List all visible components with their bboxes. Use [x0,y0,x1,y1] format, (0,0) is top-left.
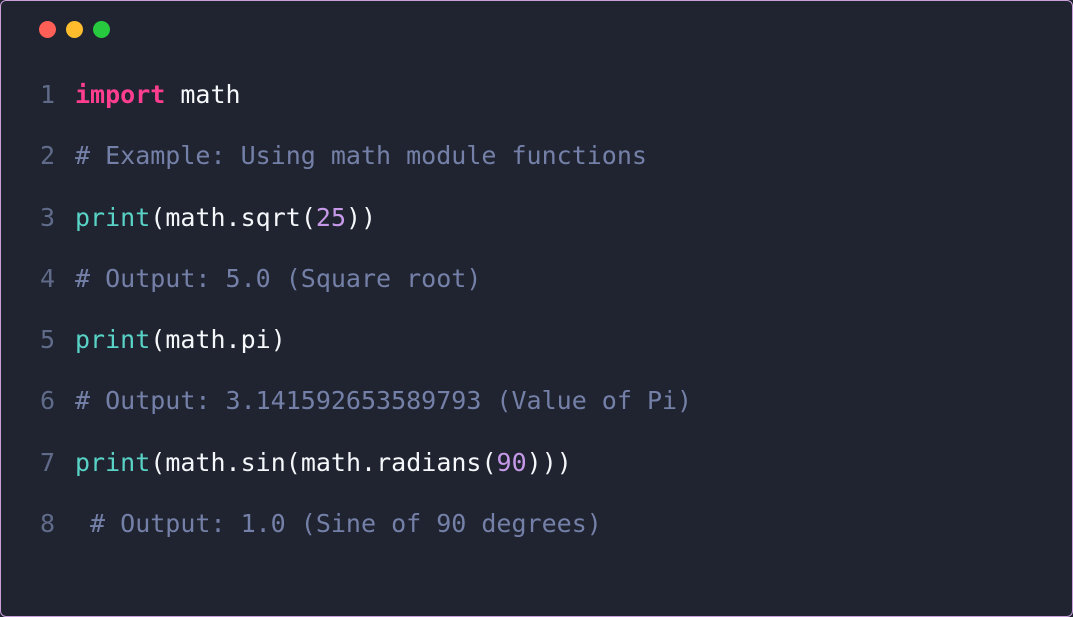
line-number: 1 [15,64,55,125]
line-number: 5 [15,309,55,370]
code-editor[interactable]: 1 import math 2 # Example: Using math modul… [1,48,1072,574]
line-number: 6 [15,370,55,431]
code-token: radians [376,448,481,477]
line-content: print(math.sqrt(25)) [75,187,376,248]
code-token: . [226,325,241,354]
code-line: 7print(math.sin(math.radians(90))) [15,432,1052,493]
code-token: 90 [497,448,527,477]
code-line: 6 # Output: 3.141592653589793 (Value of P… [15,370,1052,431]
code-token: # Output: 3.141592653589793 (Value of Pi… [75,386,692,415]
code-token: print [75,325,150,354]
window-controls [1,1,1072,48]
code-token: . [226,203,241,232]
code-line: 8 # Output: 1.0 (Sine of 90 degrees) [15,493,1052,554]
code-token: ) [271,325,286,354]
code-token: ( [301,203,316,232]
line-number: 4 [15,248,55,309]
code-token: print [75,448,150,477]
code-token: # Output: 1.0 (Sine of 90 degrees) [75,509,602,538]
code-token: print [75,203,150,232]
line-content: print(math.sin(math.radians(90))) [75,432,572,493]
code-token: )) [346,203,376,232]
code-line: 4 # Output: 5.0 (Square root) [15,248,1052,309]
code-token: math [301,448,361,477]
code-token: . [361,448,376,477]
code-token: sqrt [241,203,301,232]
line-number: 8 [15,493,55,554]
line-content: print(math.pi) [75,309,286,370]
code-token: ( [481,448,496,477]
code-line: 2 # Example: Using math module functions [15,125,1052,186]
code-token: ( [150,448,165,477]
code-token: ( [150,203,165,232]
code-line: 5 print(math.pi) [15,309,1052,370]
line-number: 7 [15,432,55,493]
code-token: math [180,80,240,109]
code-line: 3print(math.sqrt(25)) [15,187,1052,248]
code-token: import [75,80,165,109]
code-token: pi [241,325,271,354]
code-token: 25 [316,203,346,232]
code-token: ( [286,448,301,477]
code-token: ))) [527,448,572,477]
code-token: math [165,203,225,232]
maximize-icon[interactable] [93,21,110,38]
code-token [165,80,180,109]
code-token: math [165,325,225,354]
line-content: # Output: 1.0 (Sine of 90 degrees) [75,493,602,554]
line-content: # Output: 3.141592653589793 (Value of Pi… [75,370,692,431]
line-number: 2 [15,125,55,186]
code-token: # Output: 5.0 (Square root) [75,264,481,293]
line-number: 3 [15,187,55,248]
code-token: # Example: Using math module functions [75,141,647,170]
minimize-icon[interactable] [66,21,83,38]
line-content: import math [75,64,241,125]
code-line: 1 import math [15,64,1052,125]
code-token: math [165,448,225,477]
code-token: ( [150,325,165,354]
code-token: . [226,448,241,477]
code-token: sin [241,448,286,477]
close-icon[interactable] [39,21,56,38]
line-content: # Example: Using math module functions [75,125,647,186]
line-content: # Output: 5.0 (Square root) [75,248,481,309]
